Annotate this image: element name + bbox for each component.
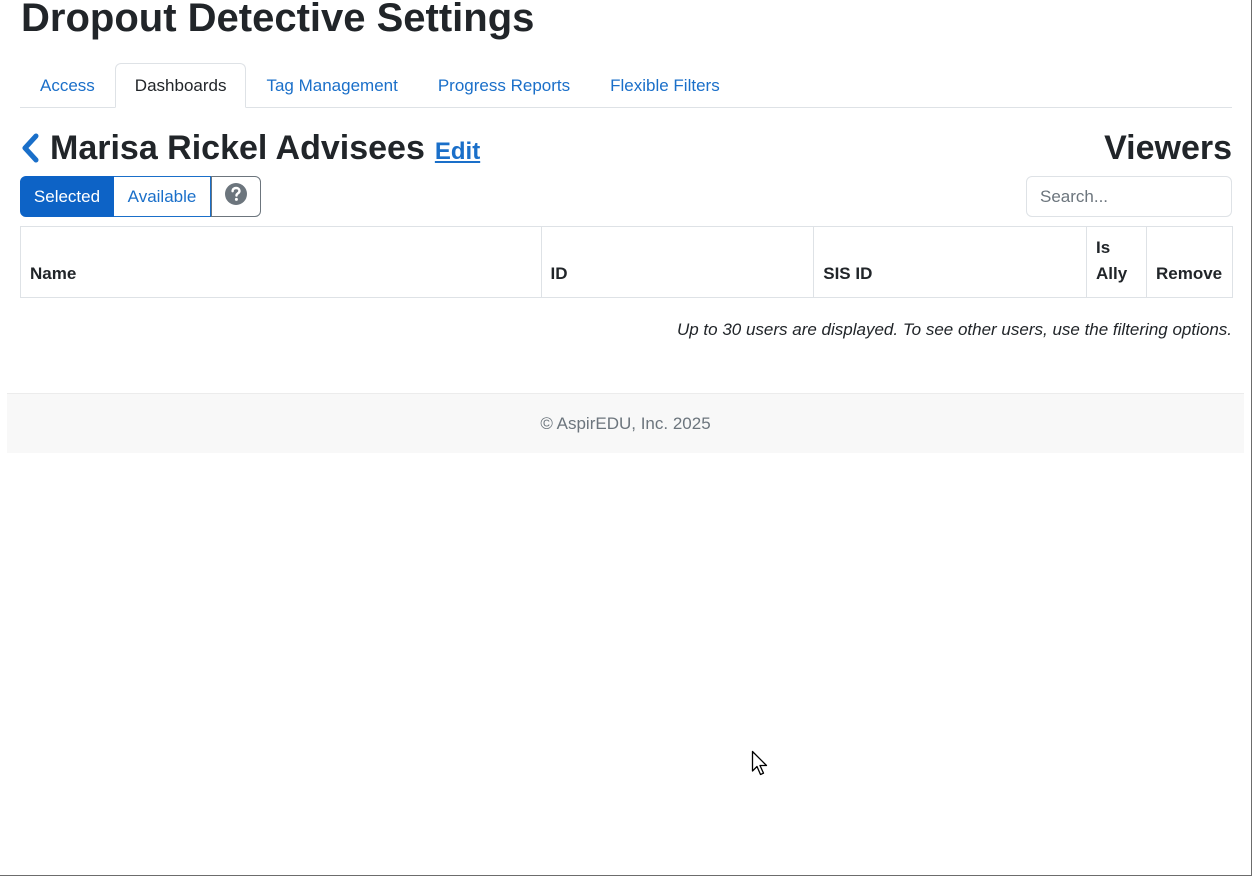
viewers-title: Viewers	[1104, 129, 1232, 167]
column-header-remove: Remove	[1145, 226, 1234, 298]
tab-dashboards[interactable]: Dashboards	[114, 63, 247, 108]
tab-flexible-filters[interactable]: Flexible Filters	[590, 63, 740, 108]
column-header-is-ally[interactable]: Is Ally	[1085, 226, 1147, 298]
column-header-sis-id[interactable]: SIS ID	[813, 226, 1087, 298]
tab-tag-management[interactable]: Tag Management	[246, 63, 417, 108]
footer: © AspirEDU, Inc. 2025	[7, 393, 1244, 453]
dashboard-name: Marisa Rickel Advisees	[50, 129, 425, 167]
viewers-table: Name ID SIS ID Is Ally Remove	[20, 226, 1234, 298]
viewer-filter-toggle: Selected Available	[20, 176, 261, 217]
column-header-is-ally-label: Is Ally	[1095, 238, 1128, 283]
copyright-text: © AspirEDU, Inc. 2025	[540, 413, 711, 433]
dashboard-heading: Marisa Rickel Advisees Edit	[20, 126, 480, 170]
chevron-left-icon[interactable]	[20, 132, 42, 164]
table-header-row: Name ID SIS ID Is Ally Remove	[20, 226, 1234, 298]
page-title: Dropout Detective Settings	[21, 0, 535, 40]
mouse-cursor-icon	[751, 750, 771, 778]
column-header-name[interactable]: Name	[20, 226, 542, 298]
tab-progress-reports[interactable]: Progress Reports	[418, 63, 590, 108]
search-input[interactable]	[1026, 176, 1232, 217]
available-button[interactable]: Available	[114, 176, 211, 217]
question-circle-icon	[224, 182, 248, 211]
tab-access[interactable]: Access	[20, 63, 115, 108]
display-limit-note: Up to 30 users are displayed. To see oth…	[676, 320, 1232, 339]
help-button[interactable]	[211, 176, 261, 217]
selected-button[interactable]: Selected	[20, 176, 114, 217]
column-header-id[interactable]: ID	[540, 226, 815, 298]
edit-dashboard-link[interactable]: Edit	[435, 138, 480, 166]
settings-tabs: Access Dashboards Tag Management Progres…	[20, 62, 1232, 108]
